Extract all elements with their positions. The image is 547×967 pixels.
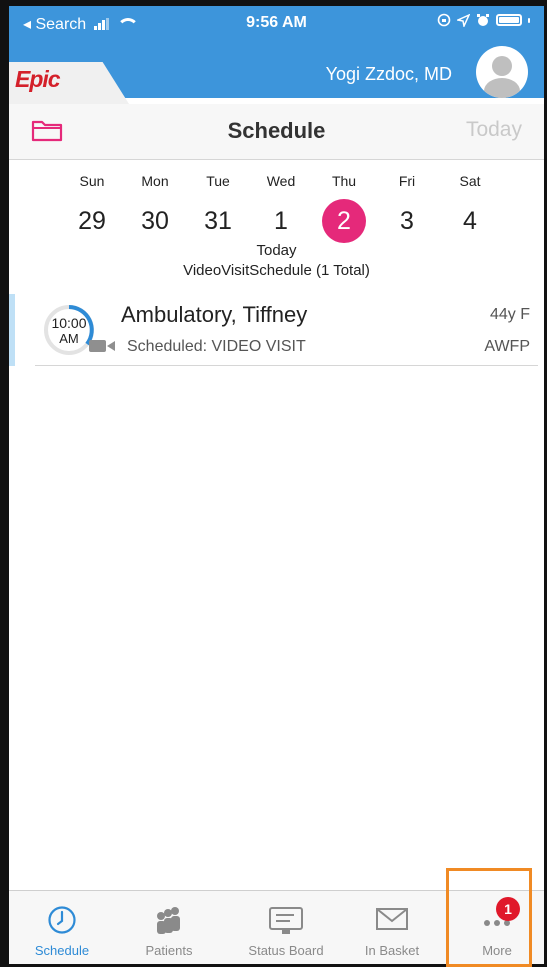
day-number: 29: [78, 207, 106, 235]
day-name: Sat: [459, 173, 481, 189]
day-list: Sun 29 Mon 30 Tue 31 Wed 1 Thu 2 Fri 3 S…: [61, 171, 501, 243]
header-bar: ◂ Search 9:56 AM Epic Yogi Zzdoc, MD: [9, 6, 544, 104]
appointment-accent-bar: [9, 294, 15, 366]
video-camera-icon: [89, 340, 115, 352]
avatar-body: [484, 78, 520, 98]
today-label: Today: [256, 242, 297, 259]
tab-label: Status Board: [248, 943, 324, 958]
user-name[interactable]: Yogi Zzdoc, MD: [326, 64, 452, 85]
day-name: Thu: [331, 173, 357, 189]
day-fri[interactable]: Fri 3: [376, 171, 438, 243]
app-screen: ◂ Search 9:56 AM Epic Yogi Zzdoc, MD Sch…: [9, 6, 544, 964]
tab-status-board[interactable]: Status Board: [231, 891, 341, 964]
page-title: Schedule: [227, 118, 326, 143]
day-thu-selected[interactable]: Thu 2: [313, 171, 375, 243]
clock-icon: [48, 906, 76, 934]
status-board-icon: [269, 907, 303, 934]
day-name: Tue: [206, 173, 230, 189]
day-number: 31: [204, 207, 232, 235]
envelope-icon: [376, 908, 408, 930]
phone-frame: ◂ Search 9:56 AM Epic Yogi Zzdoc, MD Sch…: [0, 0, 547, 967]
location-icon: [457, 13, 470, 27]
day-tue[interactable]: Tue 31: [187, 171, 249, 243]
status-right: [437, 13, 530, 27]
appointment-row[interactable]: 10:00 AM Ambulatory, Tiffney Scheduled: …: [9, 294, 544, 366]
day-number: 2: [322, 199, 366, 243]
patients-icon: [157, 907, 180, 934]
day-mon[interactable]: Mon 30: [124, 171, 186, 243]
day-name: Mon: [141, 173, 169, 189]
row-divider: [35, 365, 538, 366]
tab-in-basket[interactable]: In Basket: [347, 891, 437, 964]
battery-icon: [496, 14, 522, 26]
battery-tip: [528, 17, 530, 23]
day-sun[interactable]: Sun 29: [61, 171, 123, 243]
avatar[interactable]: [476, 46, 528, 98]
avatar-head: [492, 56, 512, 76]
tab-schedule[interactable]: Schedule: [17, 891, 107, 964]
day-number: 1: [274, 207, 288, 235]
patient-name: Ambulatory, Tiffney: [121, 302, 308, 327]
week-strip: Sun 29 Mon 30 Tue 31 Wed 1 Thu 2 Fri 3 S…: [9, 161, 544, 291]
today-button[interactable]: Today: [466, 118, 522, 142]
day-number: 30: [141, 207, 169, 235]
day-number: 4: [463, 207, 477, 235]
department: AWFP: [484, 338, 530, 355]
day-name: Wed: [266, 173, 296, 189]
patient-age-sex: 44y F: [489, 306, 530, 323]
appointment-time: 10:00: [51, 315, 87, 331]
more-tab-highlight-box: [446, 868, 532, 967]
tab-label: In Basket: [364, 943, 420, 958]
day-name: Fri: [398, 173, 416, 189]
day-sat[interactable]: Sat 4: [439, 171, 501, 243]
tab-label: Patients: [145, 943, 193, 958]
tab-label: Schedule: [34, 943, 90, 958]
appointment-status: Scheduled: VIDEO VISIT: [127, 338, 306, 355]
day-name: Sun: [79, 173, 105, 189]
schedule-title-bar: Schedule Today: [9, 104, 544, 160]
alarm-icon: [477, 14, 489, 26]
status-bar: ◂ Search 9:56 AM: [9, 6, 544, 40]
appointment-ampm: AM: [59, 331, 79, 346]
day-wed[interactable]: Wed 1: [250, 171, 312, 243]
schedule-name-label[interactable]: VideoVisitSchedule (1 Total): [9, 262, 544, 279]
epic-logo: Epic: [15, 66, 61, 92]
rotation-lock-icon: [437, 13, 451, 27]
day-number: 3: [400, 207, 414, 235]
tab-patients[interactable]: Patients: [124, 891, 214, 964]
